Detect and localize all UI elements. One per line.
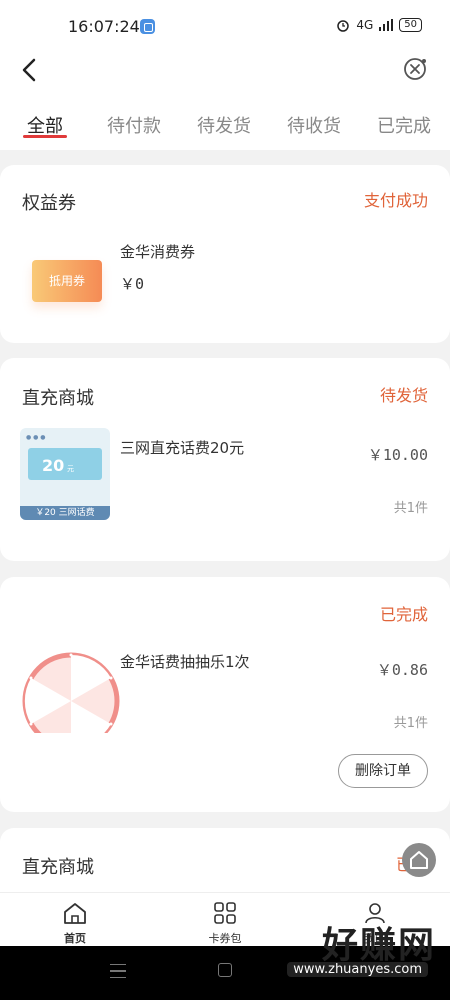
close-mini-program-icon[interactable] xyxy=(402,56,428,82)
top-bar xyxy=(0,48,450,94)
product-name: 金华消费券 xyxy=(120,243,196,261)
tab-label: 待发货 xyxy=(197,116,251,137)
recharge-amount: 20 xyxy=(42,456,65,475)
watermark-url: www.zhuanyes.com xyxy=(287,962,428,977)
product-name: 三网直充话费20元 xyxy=(120,439,245,457)
order-card[interactable]: 权益券 支付成功 抵用券 金华消费券 ￥0 xyxy=(0,165,450,343)
order-status: 支付成功 xyxy=(363,191,428,210)
order-status: 待发货 xyxy=(379,386,428,405)
watermark-logo: 好赚网 xyxy=(321,925,436,966)
order-category: 直充商城 xyxy=(22,388,94,409)
order-tabs: 全部 待付款 待发货 待收货 已完成 xyxy=(0,94,450,150)
recharge-caption: ￥20 三网话费 xyxy=(20,506,110,520)
nav-label: 首页 xyxy=(64,932,86,945)
menu-icon[interactable] xyxy=(110,964,126,978)
tab-pending-receipt[interactable]: 待收货 xyxy=(286,94,342,138)
tab-all[interactable]: 全部 xyxy=(22,94,68,138)
floating-home-button[interactable] xyxy=(402,843,436,877)
product-price: ￥0 xyxy=(120,275,145,293)
coupon-thumbnail: 抵用券 xyxy=(32,260,102,302)
order-card[interactable]: 已完成 金华话费抽抽乐1次 ￥0.86 共1件 删除订单 xyxy=(0,577,450,812)
delete-order-button[interactable]: 删除订单 xyxy=(338,754,428,788)
tab-label: 待收货 xyxy=(287,116,341,137)
nav-home[interactable]: 首页 xyxy=(45,901,105,946)
grid-icon xyxy=(214,902,236,924)
home-icon xyxy=(64,903,86,924)
recharge-thumbnail: ● ● ● 20 元 ￥20 三网话费 xyxy=(20,428,110,520)
status-time: 16:07:24 xyxy=(68,17,140,36)
signal-icon xyxy=(379,19,394,31)
tab-pending-payment[interactable]: 待付款 xyxy=(106,94,162,138)
tab-label: 待付款 xyxy=(107,116,161,137)
tab-active-indicator xyxy=(23,135,67,138)
order-category: 权益券 xyxy=(22,193,76,214)
product-name: 金华话费抽抽乐1次 xyxy=(120,653,250,671)
alarm-icon xyxy=(337,20,350,32)
status-bar: 16:07:24 4G 50 xyxy=(0,0,450,48)
status-indicators: 4G 50 xyxy=(336,18,422,32)
recharge-card-face xyxy=(28,448,102,480)
battery-icon: 50 xyxy=(399,18,422,32)
app-notification-icon xyxy=(140,19,155,34)
product-quantity: 共1件 xyxy=(393,501,428,516)
order-card[interactable]: 直充商城 待发货 ● ● ● 20 元 ￥20 三网话费 三网直充话费20元 ￥… xyxy=(0,358,450,561)
nav-label: 卡券包 xyxy=(208,932,242,945)
coupon-label: 抵用券 xyxy=(48,274,85,288)
order-category: 直充商城 xyxy=(22,857,94,878)
nav-coupons[interactable]: 卡券包 xyxy=(195,901,255,946)
carrier-logos: ● ● ● xyxy=(26,434,46,441)
network-label: 4G xyxy=(356,18,374,32)
home-square-icon[interactable] xyxy=(218,963,232,977)
recharge-unit: 元 xyxy=(67,465,74,473)
product-quantity: 共1件 xyxy=(393,716,428,731)
tab-pending-shipment[interactable]: 待发货 xyxy=(196,94,252,138)
product-price: ￥10.00 xyxy=(367,446,428,464)
back-arrow-icon[interactable] xyxy=(18,56,44,84)
tab-completed[interactable]: 已完成 xyxy=(376,94,432,138)
home-icon xyxy=(410,851,428,869)
tab-label: 已完成 xyxy=(377,116,431,137)
order-status: 已完成 xyxy=(379,605,428,624)
product-price: ￥0.86 xyxy=(376,661,428,679)
tab-label: 全部 xyxy=(27,116,63,137)
lottery-wheel-icon xyxy=(22,652,120,733)
